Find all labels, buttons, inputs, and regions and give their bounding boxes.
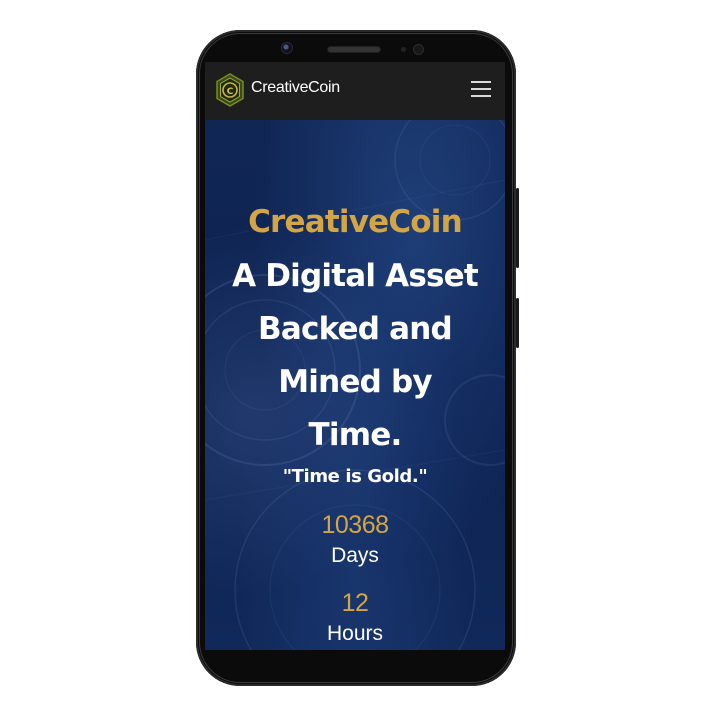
hero-heading: A Digital Asset Backed and Mined by Time… xyxy=(232,258,479,453)
navbar-brand[interactable]: CreativeCoin xyxy=(251,79,340,97)
stage: C CreativeCoin CreativeCoin A Digital As… xyxy=(0,0,715,715)
hero-brand-title: CreativeCoin xyxy=(248,204,463,240)
creativecoin-logo-icon[interactable]: C xyxy=(215,73,245,107)
hero-section: CreativeCoin A Digital Asset Backed and … xyxy=(205,120,505,650)
light-sensor xyxy=(414,45,423,54)
earpiece-speaker xyxy=(328,47,380,52)
days-value: 10368 xyxy=(321,511,389,539)
hero-tagline: "Time is Gold." xyxy=(282,466,428,487)
volume-button xyxy=(516,188,519,268)
svg-text:C: C xyxy=(227,87,234,97)
front-camera-icon xyxy=(282,43,292,53)
days-label: Days xyxy=(331,544,379,567)
top-navbar: C CreativeCoin xyxy=(205,62,505,120)
power-button xyxy=(516,298,519,348)
hours-value: 12 xyxy=(341,589,369,617)
countdown-hours: 12 Hours xyxy=(205,588,505,650)
hamburger-menu-icon[interactable] xyxy=(471,81,491,99)
proximity-sensor xyxy=(401,47,406,52)
countdown-days: 10368 Days xyxy=(205,510,505,572)
hero-content: CreativeCoin A Digital Asset Backed and … xyxy=(205,202,505,487)
phone-screen: C CreativeCoin CreativeCoin A Digital As… xyxy=(205,62,505,650)
hours-label: Hours xyxy=(326,622,384,645)
